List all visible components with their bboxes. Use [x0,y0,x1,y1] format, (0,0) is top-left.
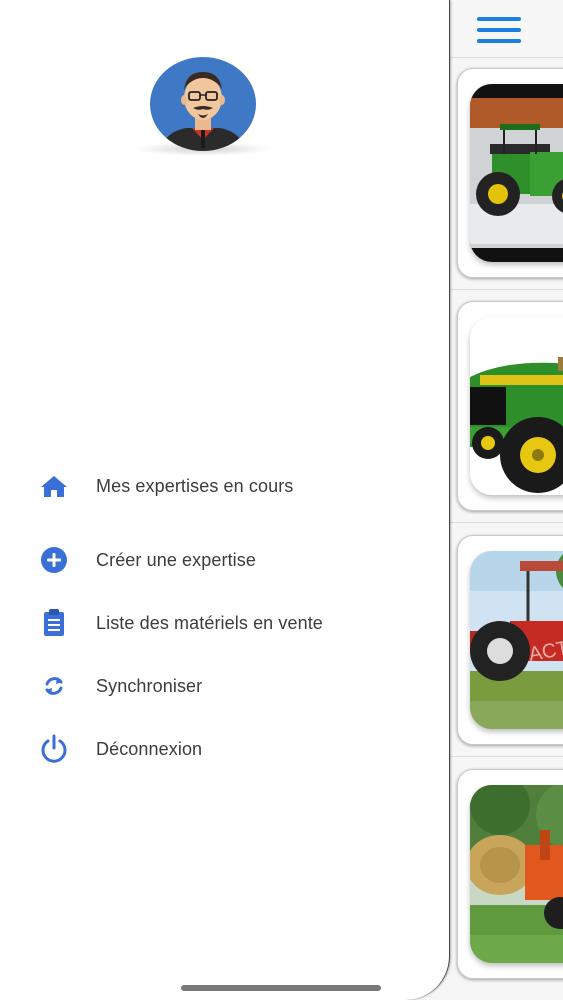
listing-card[interactable] [457,769,563,979]
user-avatar-icon [150,57,256,151]
menu-item-label: Déconnexion [96,739,203,759]
menu-item-mes-expertises[interactable]: Mes expertises en cours [0,461,450,511]
sync-icon [38,670,70,702]
app-screen: ACT Mes expertises en cours Créer une ex… [0,0,563,1000]
green-tractor-closeup-image [470,317,563,495]
listing-card[interactable] [457,301,563,511]
avatar[interactable] [130,56,276,160]
home-indicator[interactable] [181,985,381,991]
card-divider [450,522,563,523]
card-divider [450,289,563,290]
power-icon [38,733,70,765]
menu-item-label: Synchroniser [96,676,203,696]
menu-item-deconnexion[interactable]: Déconnexion [0,724,450,774]
menu-item-liste-materiels[interactable]: Liste des matériels en vente [0,598,450,648]
clipboard-icon [38,607,70,639]
menu-item-synchroniser[interactable]: Synchroniser [0,661,450,711]
menu-item-label: Créer une expertise [96,550,256,570]
red-tractor-field-image: ACT [470,551,563,729]
listing-card[interactable]: ACT [457,535,563,745]
menu-item-label: Mes expertises en cours [96,476,294,496]
card-divider [450,756,563,757]
hamburger-icon[interactable] [477,17,521,43]
listing-card[interactable] [457,68,563,278]
menu-item-creer-expertise[interactable]: Créer une expertise [0,535,450,585]
orange-bale-loader-image [470,785,563,963]
green-tractor-snow-image [470,84,563,262]
side-drawer: Mes expertises en cours Créer une expert… [0,0,450,1000]
add-circle-icon [38,544,70,576]
home-icon [38,470,70,502]
menu-item-label: Liste des matériels en vente [96,613,323,633]
